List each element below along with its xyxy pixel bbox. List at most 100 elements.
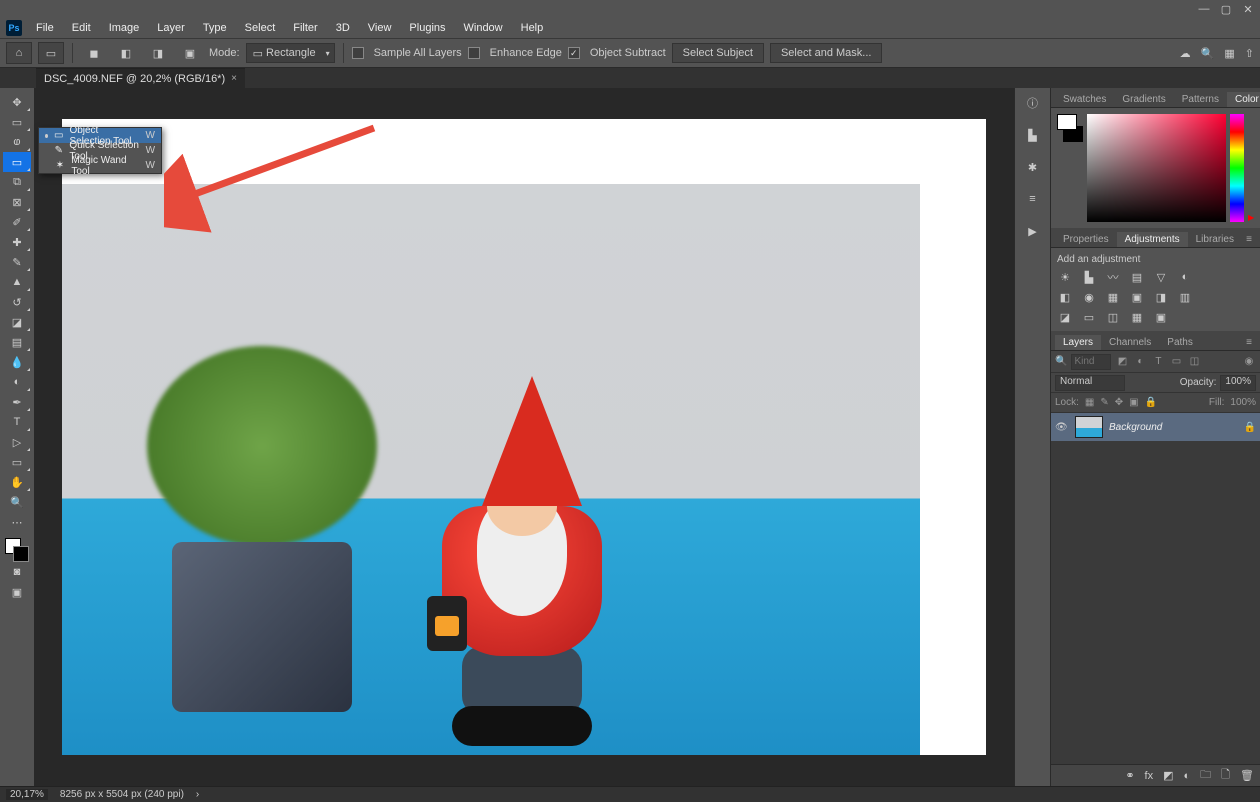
new-selection-icon[interactable]: ◼ xyxy=(81,42,107,64)
object-selection-tool[interactable]: ▭ xyxy=(3,152,31,172)
maximize-button[interactable]: ▢ xyxy=(1218,2,1234,16)
brightness-icon[interactable]: ☀ xyxy=(1057,269,1073,285)
brush-tool[interactable]: ✎ xyxy=(3,252,31,272)
menu-window[interactable]: Window xyxy=(456,22,511,34)
tab-patterns[interactable]: Patterns xyxy=(1174,92,1227,107)
close-button[interactable]: ✕ xyxy=(1240,2,1256,16)
tab-color[interactable]: Color xyxy=(1227,92,1260,107)
home-button[interactable]: ⌂ xyxy=(6,42,32,64)
menu-layer[interactable]: Layer xyxy=(149,22,193,34)
frame-tool[interactable]: ⊠ xyxy=(3,192,31,212)
tab-adjustments[interactable]: Adjustments xyxy=(1117,232,1188,247)
hand-tool[interactable]: ✋ xyxy=(3,472,31,492)
gradient-map-icon[interactable]: ▭ xyxy=(1081,309,1097,325)
document-tab[interactable]: DSC_4009.NEF @ 20,2% (RGB/16*) × xyxy=(36,68,245,88)
stamp-tool[interactable]: ▲ xyxy=(3,272,31,292)
foreground-background-swatches[interactable] xyxy=(5,538,29,562)
share-icon[interactable]: ⇧ xyxy=(1245,47,1254,60)
layer-thumbnail[interactable] xyxy=(1075,416,1103,438)
menu-view[interactable]: View xyxy=(360,22,400,34)
filter-image-icon[interactable]: ◩ xyxy=(1115,356,1129,367)
subtract-selection-icon[interactable]: ◨ xyxy=(145,42,171,64)
healing-tool[interactable]: ✚ xyxy=(3,232,31,252)
menu-edit[interactable]: Edit xyxy=(64,22,99,34)
filter-shape-icon[interactable]: ▭ xyxy=(1169,356,1183,367)
blend-mode-dropdown[interactable]: Normal xyxy=(1055,375,1125,391)
menu-file[interactable]: File xyxy=(28,22,62,34)
hue-sat-icon[interactable]: ◐ xyxy=(1177,269,1193,285)
visibility-icon[interactable]: 👁 xyxy=(1055,422,1069,433)
panel-menu-icon[interactable]: ≡ xyxy=(1242,232,1256,247)
channel-mixer-icon[interactable]: ▦ xyxy=(1105,289,1121,305)
hue-slider[interactable] xyxy=(1230,114,1244,222)
cloud-sync-icon[interactable]: ☁ xyxy=(1180,47,1191,60)
status-chevron-icon[interactable]: › xyxy=(196,789,199,800)
tab-properties[interactable]: Properties xyxy=(1055,232,1117,247)
object-subtract-checkbox[interactable] xyxy=(568,47,580,59)
history-brush-tool[interactable]: ↺ xyxy=(3,292,31,312)
add-selection-icon[interactable]: ◧ xyxy=(113,42,139,64)
document-canvas[interactable] xyxy=(62,119,986,755)
layer-kind-filter[interactable] xyxy=(1071,354,1111,370)
menu-select[interactable]: Select xyxy=(237,22,284,34)
zoom-tool[interactable]: 🔍 xyxy=(3,492,31,512)
history-panel-icon[interactable]: ≡ xyxy=(1024,190,1042,208)
select-and-mask-button[interactable]: Select and Mask... xyxy=(770,43,883,63)
eraser-tool[interactable]: ◪ xyxy=(3,312,31,332)
levels-icon[interactable]: ▙ xyxy=(1081,269,1097,285)
delete-layer-icon[interactable]: 🗑 xyxy=(1240,769,1254,782)
path-select-tool[interactable]: ▷ xyxy=(3,432,31,452)
link-layers-icon[interactable]: ⚭ xyxy=(1125,769,1134,782)
invert-icon[interactable]: ◨ xyxy=(1153,289,1169,305)
quick-mask-icon[interactable]: ◙ xyxy=(3,562,31,582)
layer-name[interactable]: Background xyxy=(1109,422,1162,433)
menu-plugins[interactable]: Plugins xyxy=(401,22,453,34)
menu-image[interactable]: Image xyxy=(101,22,148,34)
select-subject-button[interactable]: Select Subject xyxy=(672,43,764,63)
zoom-readout[interactable]: 20,17% xyxy=(6,789,48,800)
filter-toggle-icon[interactable]: ◉ xyxy=(1242,356,1256,367)
flyout-magic-wand[interactable]: ✶ Magic Wand Tool W xyxy=(39,158,161,173)
bw-icon[interactable]: ◧ xyxy=(1057,289,1073,305)
workspace-icon[interactable]: ▦ xyxy=(1224,47,1234,60)
menu-type[interactable]: Type xyxy=(195,22,235,34)
new-group-icon[interactable]: 🗀 xyxy=(1200,766,1211,785)
lock-icon[interactable]: 🔒 xyxy=(1244,422,1256,433)
new-layer-icon[interactable]: 🗋 xyxy=(1221,766,1230,785)
layer-fx-icon[interactable]: fx xyxy=(1145,770,1154,782)
color-swatches[interactable] xyxy=(1057,114,1083,222)
more-tools[interactable]: ⋯ xyxy=(3,512,31,532)
lock-move-icon[interactable]: ✥ xyxy=(1115,397,1123,408)
tab-gradients[interactable]: Gradients xyxy=(1114,92,1173,107)
filter-adjust-icon[interactable]: ◐ xyxy=(1133,356,1147,367)
intersect-selection-icon[interactable]: ▣ xyxy=(177,42,203,64)
curves-icon[interactable]: 〰 xyxy=(1105,269,1121,285)
canvas-area[interactable] xyxy=(34,88,1014,786)
selective-color-icon[interactable]: ◫ xyxy=(1105,309,1121,325)
pen-tool[interactable]: ✒ xyxy=(3,392,31,412)
screen-mode-icon[interactable]: ▣ xyxy=(3,582,31,602)
dodge-tool[interactable]: ◐ xyxy=(3,372,31,392)
new-adjustment-icon[interactable]: ◐ xyxy=(1184,770,1191,782)
filter-smart-icon[interactable]: ◫ xyxy=(1187,356,1201,367)
fill-value[interactable]: 100% xyxy=(1230,397,1256,408)
photo-filter-icon[interactable]: ◉ xyxy=(1081,289,1097,305)
shape-tool[interactable]: ▭ xyxy=(3,452,31,472)
color-picker-field[interactable] xyxy=(1087,114,1226,222)
tab-channels[interactable]: Channels xyxy=(1101,335,1159,350)
close-document-icon[interactable]: × xyxy=(231,73,237,84)
mode-dropdown[interactable]: ▭ Rectangle xyxy=(246,43,335,63)
opacity-value[interactable]: 100% xyxy=(1220,375,1256,391)
tab-swatches[interactable]: Swatches xyxy=(1055,92,1114,107)
tab-libraries[interactable]: Libraries xyxy=(1188,232,1242,247)
current-tool-icon[interactable]: ▭ xyxy=(38,42,64,64)
vibrance-icon[interactable]: ▽ xyxy=(1153,269,1169,285)
layer-mask-icon[interactable]: ◩ xyxy=(1163,769,1173,782)
eyedropper-tool[interactable]: ✐ xyxy=(3,212,31,232)
crop-tool[interactable]: ⧉ xyxy=(3,172,31,192)
lock-brush-icon[interactable]: ✎ xyxy=(1100,397,1108,408)
navigator-panel-icon[interactable]: ✱ xyxy=(1024,158,1042,176)
marquee-tool[interactable]: ▭ xyxy=(3,112,31,132)
move-tool[interactable]: ✥ xyxy=(3,92,31,112)
search-icon[interactable]: 🔍 xyxy=(1055,356,1067,367)
